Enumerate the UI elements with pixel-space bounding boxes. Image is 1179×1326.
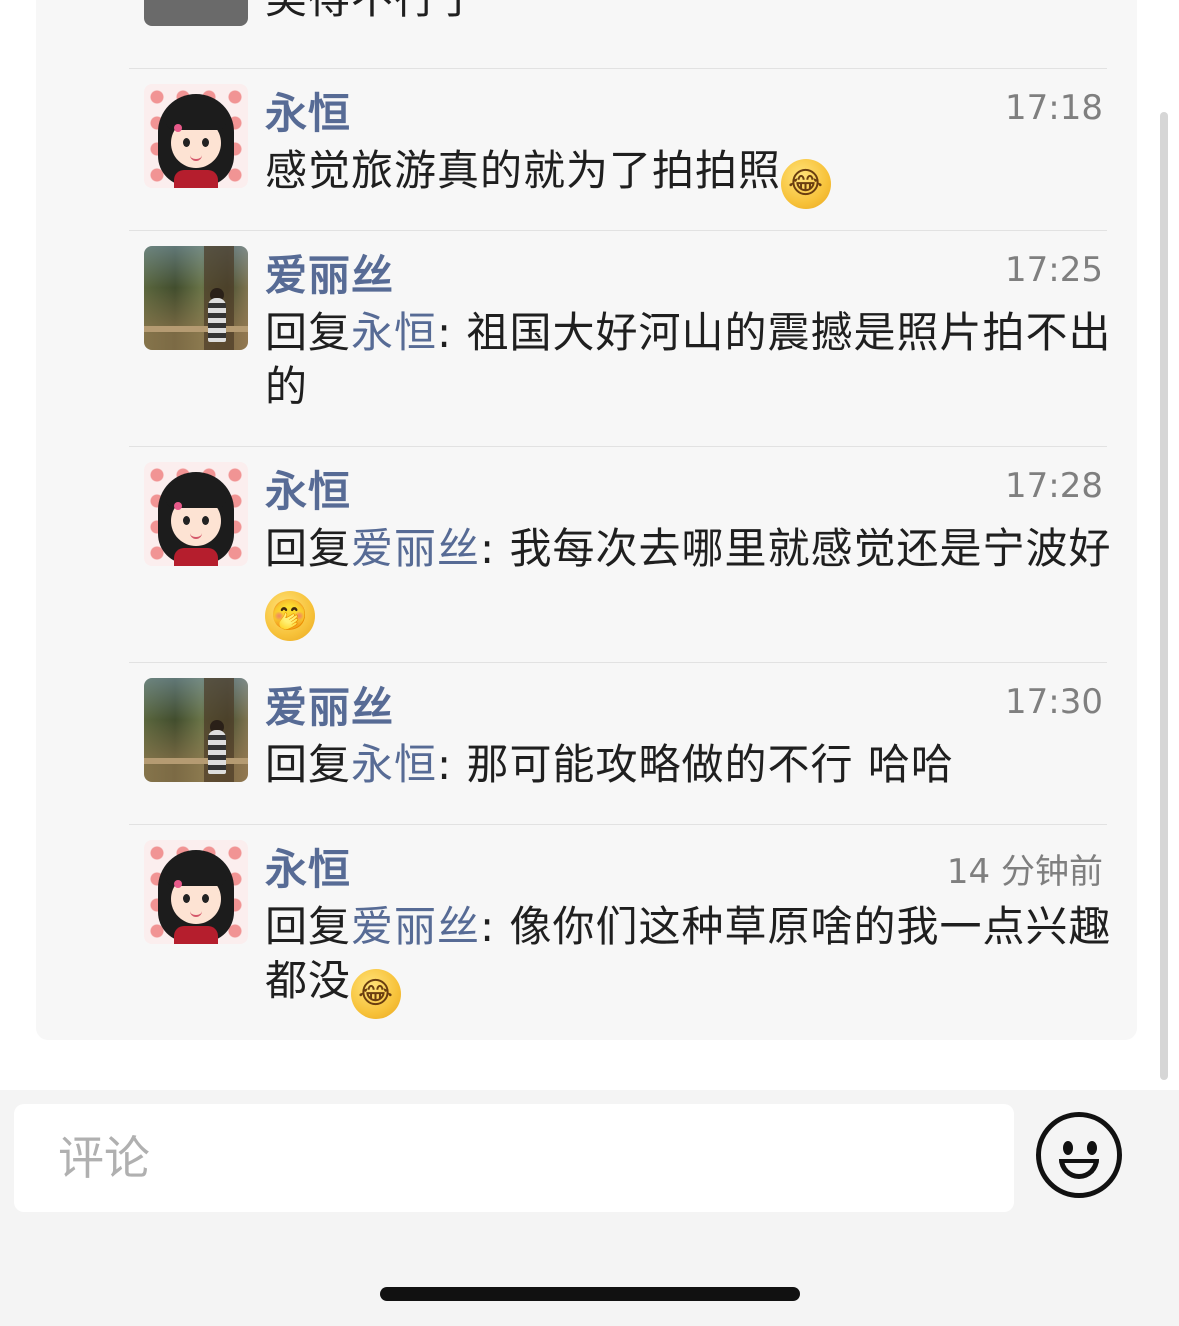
comment-text: 回复爱丽丝: 我每次去哪里就感觉还是宁波好 🤭 xyxy=(265,522,1125,641)
reply-prefix: 回复 xyxy=(265,524,352,573)
laughing-crying-emoji-icon: 😂 xyxy=(351,969,402,1019)
comment-time: 17:30 xyxy=(1005,682,1103,722)
comment-text: 回复爱丽丝: 像你们这种草原啥的我一点兴趣都没 😂 xyxy=(265,900,1125,1019)
laughing-crying-emoji-icon: 😂 xyxy=(781,159,832,209)
comment-text: 回复永恒: 那可能攻略做的不行 哈哈 xyxy=(265,738,1125,792)
reply-mention[interactable]: 爱丽丝 xyxy=(351,902,480,951)
avatar[interactable] xyxy=(144,462,248,566)
comment-time: 17:28 xyxy=(1005,466,1103,506)
avatar[interactable] xyxy=(144,84,248,188)
comment-time: 14 分钟前 xyxy=(946,852,1103,892)
divider xyxy=(129,68,1107,69)
divider xyxy=(129,446,1107,447)
comment-body: : 我每次去哪里就感觉还是宁波好 xyxy=(480,524,1112,573)
comment-text: 美得不行了 xyxy=(265,0,1125,26)
reply-prefix: 回复 xyxy=(265,740,352,789)
scrollbar[interactable] xyxy=(1160,112,1168,1080)
comment-author[interactable]: 永恒 xyxy=(265,836,351,897)
home-indicator[interactable] xyxy=(380,1287,800,1301)
reply-mention[interactable]: 永恒 xyxy=(351,740,437,789)
divider xyxy=(129,230,1107,231)
comment-time: 17:18 xyxy=(1005,88,1103,128)
comment-text: 感觉旅游真的就为了拍拍照 😂 xyxy=(265,144,1125,209)
reply-prefix: 回复 xyxy=(265,902,352,951)
divider xyxy=(129,824,1107,825)
comment-author[interactable]: 爱丽丝 xyxy=(265,674,394,735)
smiley-face-icon[interactable] xyxy=(1036,1112,1122,1198)
comment-author[interactable]: 永恒 xyxy=(265,80,351,141)
comment-time: 17:25 xyxy=(1005,250,1103,290)
comment-body: : 那可能攻略做的不行 哈哈 xyxy=(437,740,954,789)
reply-mention[interactable]: 永恒 xyxy=(351,308,437,357)
comment-body: 感觉旅游真的就为了拍拍照 xyxy=(265,146,782,195)
avatar[interactable] xyxy=(144,678,248,782)
comment-author[interactable]: 爱丽丝 xyxy=(265,242,394,303)
thinking-giggle-emoji-icon: 🤭 xyxy=(265,591,315,641)
avatar[interactable] xyxy=(144,0,248,26)
comment-author[interactable]: 永恒 xyxy=(265,458,351,519)
reply-prefix: 回复 xyxy=(265,308,352,357)
reply-mention[interactable]: 爱丽丝 xyxy=(351,524,480,573)
comment-text: 回复永恒: 祖国大好河山的震撼是照片拍不出的 xyxy=(265,306,1125,414)
comments-panel: 美得不行了 永恒 17:18 感觉旅游真的就为了拍拍照😂 爱丽丝 17:25 回… xyxy=(36,0,1137,1040)
divider xyxy=(129,662,1107,663)
comment-input[interactable] xyxy=(14,1104,1014,1212)
avatar[interactable] xyxy=(144,246,248,350)
avatar[interactable] xyxy=(144,840,248,944)
